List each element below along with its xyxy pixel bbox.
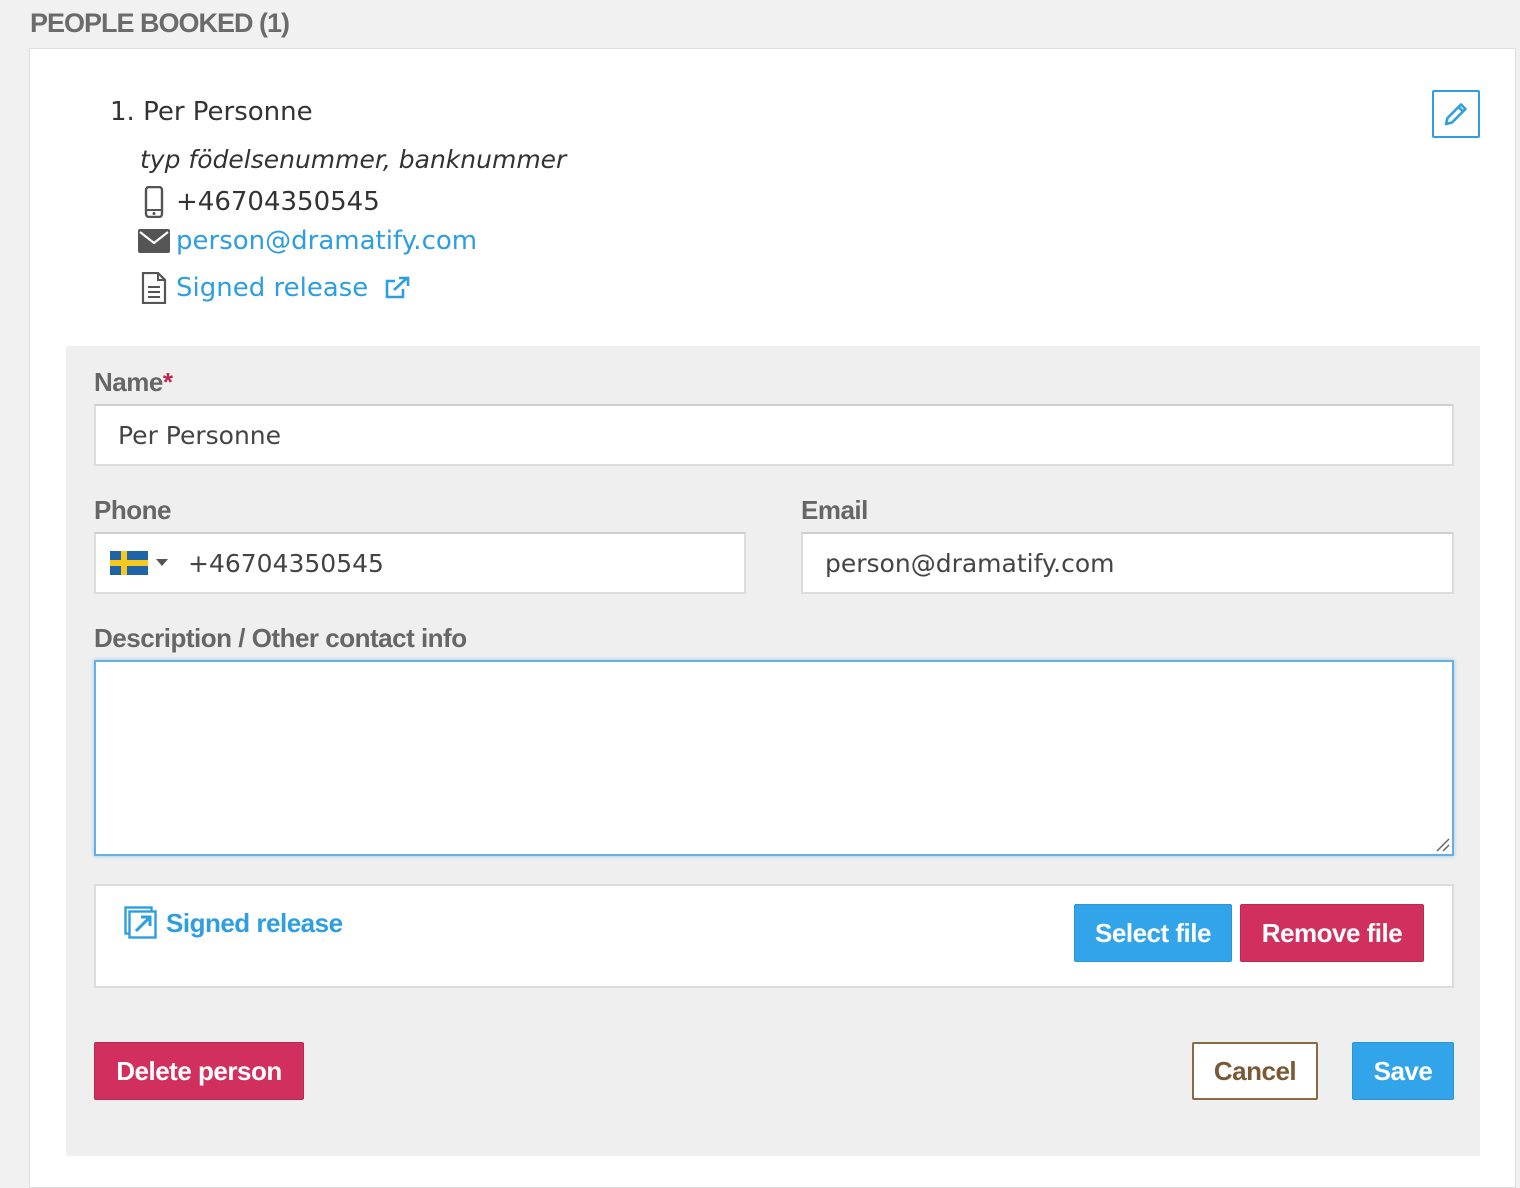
email-input[interactable]: person@dramatify.com [801,532,1454,594]
delete-person-button[interactable]: Delete person [94,1042,304,1100]
name-label: Name* [94,367,173,398]
caret-down-icon [156,559,168,567]
remove-file-button[interactable]: Remove file [1240,904,1424,962]
country-select[interactable] [110,551,168,575]
envelope-icon [138,229,170,253]
pencil-icon [1442,100,1470,128]
document-icon [138,272,170,304]
person-email-link[interactable]: person@dramatify.com [176,226,477,256]
file-link-label[interactable]: Signed release [166,908,343,939]
email-row: person@dramatify.com [138,226,477,256]
mobile-phone-icon [138,186,170,218]
description-label: Description / Other contact info [94,623,467,653]
signed-release-link[interactable]: Signed release [176,273,368,303]
phone-row: +46704350545 [138,186,380,218]
person-phone: +46704350545 [176,187,380,217]
person-type: typ födelsenummer, banknummer [140,145,567,174]
release-row: Signed release [138,272,410,304]
email-label: Email [801,495,868,525]
description-textarea[interactable] [94,660,1454,856]
section-title: PEOPLE BOOKED (1) [30,8,290,38]
phone-label: Phone [94,495,171,525]
name-label-text: Name [94,367,163,397]
image-upload-icon [124,906,158,940]
external-link-icon[interactable] [384,276,410,300]
file-link-row[interactable]: Signed release [124,906,343,940]
resize-handle-icon[interactable] [1434,836,1450,852]
edit-person-button[interactable] [1432,90,1480,138]
cancel-button[interactable]: Cancel [1192,1042,1318,1100]
email-input-value: person@dramatify.com [825,548,1115,578]
name-input-value: Per Personne [118,420,282,450]
save-button[interactable]: Save [1352,1042,1454,1100]
select-file-button[interactable]: Select file [1074,904,1232,962]
person-name: 1. Per Personne [110,97,313,127]
phone-input[interactable]: +46704350545 [94,532,746,594]
sweden-flag-icon [110,551,148,575]
required-mark: * [162,367,173,397]
name-input[interactable]: Per Personne [94,404,1454,466]
phone-input-value: +46704350545 [188,548,384,578]
